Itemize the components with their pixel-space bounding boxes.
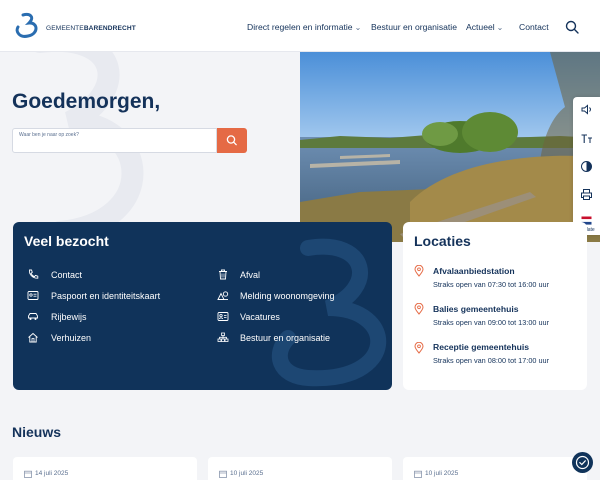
link-vacatures[interactable]: Vacatures [240,312,280,322]
location-hours: Straks open van 08:00 tot 17:00 uur [433,356,550,365]
report-icon [217,291,229,300]
location-hours: Straks open van 09:00 tot 13:00 uur [433,318,550,327]
search-input[interactable]: Waar ben je naar op zoek? [12,128,217,153]
section-title: Locaties [414,233,471,249]
vacancy-icon [217,312,229,321]
nav-bestuur[interactable]: Bestuur en organisatie [371,22,457,32]
news-card[interactable]: 10 juli 2025 [403,457,587,480]
org-chart-icon [217,332,229,342]
news-date: 10 juli 2025 [425,470,459,477]
logo[interactable]: GEMEENTEBARENDRECHT [14,12,136,40]
nav-actueel[interactable]: Actueel ⌄ [466,22,503,32]
news-date: 14 juli 2025 [35,470,69,477]
link-verhuizen[interactable]: Verhuizen [51,333,91,343]
decorative-b-shape [271,238,387,387]
trash-icon [219,269,227,280]
calendar-icon [414,470,422,478]
house-icon [28,332,38,343]
print-icon[interactable] [580,188,593,201]
logo-text: GEMEENTEBARENDRECHT [46,25,136,32]
news-date: 10 juli 2025 [230,470,264,477]
text-size-icon[interactable] [580,132,593,145]
nav-contact[interactable]: Contact [519,22,549,32]
link-bestuur-organisatie[interactable]: Bestuur en organisatie [240,333,330,343]
search-icon[interactable] [565,20,579,34]
location-pin-icon [414,303,424,315]
locaties-panel: Locaties Afvalaanbiedstation Straks open… [403,222,587,390]
accessibility-toolbar: Translate [573,97,600,235]
phone-icon [29,269,39,279]
location-name[interactable]: Afvalaanbiedstation [433,266,515,276]
calendar-icon [219,470,227,478]
news-card[interactable]: 10 juli 2025 [208,457,392,480]
consent-icon [575,455,590,470]
search-submit-button[interactable] [217,128,247,153]
location-name[interactable]: Receptie gemeentehuis [433,342,529,352]
link-contact[interactable]: Contact [51,270,82,280]
car-icon [28,313,38,320]
hero-image [300,52,600,242]
cookie-settings-button[interactable] [572,452,593,473]
location-pin-icon [414,265,424,277]
link-melding-woonomgeving[interactable]: Melding woonomgeving [240,291,335,301]
chevron-down-icon: ⌄ [354,23,362,32]
speaker-icon[interactable] [580,103,593,116]
section-title: Veel bezocht [24,233,109,249]
calendar-icon [24,470,32,478]
location-hours: Straks open van 07:30 tot 16:00 uur [433,280,550,289]
search-placeholder: Waar ben je naar op zoek? [19,132,79,138]
id-card-icon [27,291,39,300]
contrast-icon[interactable] [580,160,593,173]
link-rijbewijs[interactable]: Rijbewijs [51,312,87,322]
logo-b-icon [15,13,38,38]
page-title: Goedemorgen, [12,90,161,113]
chevron-down-icon: ⌄ [496,23,504,32]
site-header: GEMEENTEBARENDRECHT Direct regelen en in… [0,0,600,52]
link-afval[interactable]: Afval [240,270,260,280]
search-icon [226,135,237,146]
location-name[interactable]: Balies gemeentehuis [433,304,519,314]
section-title: Nieuws [12,424,62,440]
news-card[interactable]: 14 juli 2025 [13,457,197,480]
nav-direct-regelen[interactable]: Direct regelen en informatie ⌄ [247,22,361,32]
veel-bezocht-panel: Veel bezocht Contact Paspoort en identit… [13,222,392,390]
link-paspoort[interactable]: Paspoort en identiteitskaart [51,291,160,301]
location-pin-icon [414,342,424,354]
